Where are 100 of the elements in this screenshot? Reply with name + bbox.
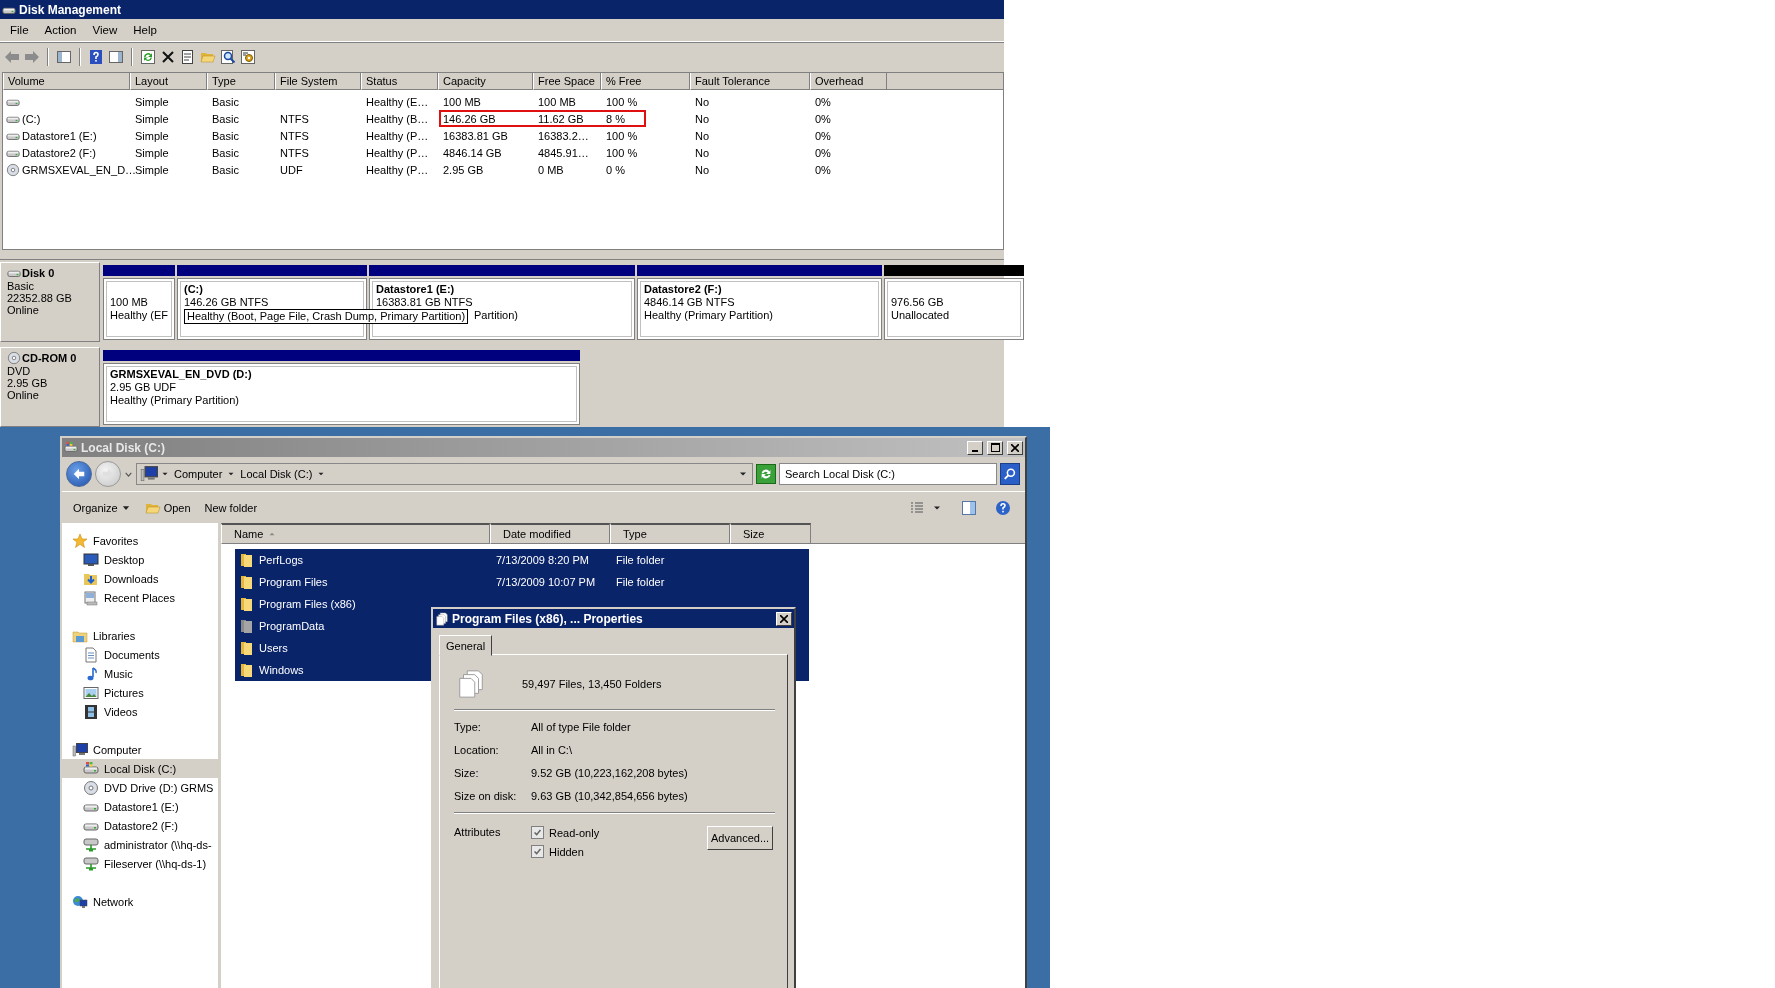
table-cell: Basic — [212, 112, 239, 125]
checkbox-label: Read-only — [549, 826, 600, 839]
partition-status: Healthy (EF — [110, 309, 168, 322]
file-name: Program Files (x86) — [259, 598, 356, 610]
table-cell: Simple — [135, 95, 169, 108]
table-cell: NTFS — [280, 112, 309, 125]
partition-size: 16383.81 GB NTFS — [376, 296, 474, 309]
table-cell: 4845.91… — [538, 146, 589, 159]
table-cell: NTFS — [280, 129, 309, 142]
table-cell: 0% — [815, 112, 831, 125]
disk-info: 2.95 GB — [7, 377, 49, 389]
table-cell: 100 % — [606, 146, 638, 159]
nav-label: Pictures — [104, 686, 144, 699]
field-value: 9.63 GB (10,342,854,656 bytes) — [531, 790, 689, 802]
partition-status: Partition) — [474, 309, 519, 322]
table-cell: No — [695, 146, 710, 159]
nav-label: Desktop — [104, 553, 145, 566]
nav-label: Videos — [104, 705, 138, 718]
partition-status: Healthy (Primary Partition) — [110, 394, 240, 407]
table-cell: 100 % — [606, 129, 638, 142]
table-cell: 11.62 GB — [538, 112, 584, 125]
table-cell: Healthy (E… — [366, 95, 429, 108]
partition-title: Datastore1 (E:) — [376, 283, 456, 296]
table-cell: (C:) — [22, 112, 41, 125]
table-cell: 8 % — [606, 112, 625, 125]
nav-label: Computer — [93, 743, 142, 756]
table-cell: Healthy (B… — [366, 112, 429, 125]
tooltip: Healthy (Boot, Page File, Crash Dump, Primary Partition) — [184, 309, 469, 324]
nav-label: Libraries — [93, 629, 136, 642]
window-title: Disk Management — [19, 2, 122, 17]
partition-size: 976.56 GB — [891, 296, 945, 309]
table-cell: Healthy (P… — [366, 163, 429, 176]
disk-name: Disk 0 — [22, 267, 55, 279]
table-cell: Simple — [135, 112, 169, 125]
date-modified: 7/13/2009 8:20 PM — [496, 554, 589, 566]
file-type: File folder — [616, 576, 665, 588]
window-title: Local Disk (C:) — [81, 440, 165, 455]
partition-title: (C:) — [184, 283, 204, 296]
table-cell: 100 % — [606, 95, 638, 108]
table-cell: 0% — [815, 146, 831, 159]
checkbox-label: Hidden — [549, 845, 584, 858]
disk-info: Basic — [7, 280, 35, 292]
file-name: ProgramData — [259, 620, 325, 632]
field-value: 9.52 GB (10,223,162,208 bytes) — [531, 767, 689, 779]
table-cell: No — [695, 95, 710, 108]
table-cell: Simple — [135, 129, 169, 142]
nav-label: Datastore2 (F:) — [104, 819, 178, 832]
table-cell: UDF — [280, 163, 303, 176]
disk-info: Online — [7, 304, 40, 316]
field-value: All of type File folder — [531, 721, 632, 733]
table-cell: 16383.2… — [538, 129, 589, 142]
nav-label: Datastore1 (E:) — [104, 800, 179, 813]
table-cell: Basic — [212, 129, 239, 142]
table-cell: Simple — [135, 146, 169, 159]
date-modified: 7/13/2009 10:07 PM — [496, 576, 596, 588]
table-cell: 2.95 GB — [443, 163, 484, 176]
partition-size: 2.95 GB UDF — [110, 381, 178, 394]
file-name: PerfLogs — [259, 554, 304, 566]
table-cell: 0% — [815, 163, 831, 176]
nav-label: Downloads — [104, 572, 159, 585]
table-cell: No — [695, 163, 710, 176]
file-name: Windows — [259, 664, 304, 676]
table-cell: 146.26 GB — [443, 112, 496, 125]
table-cell: No — [695, 112, 710, 125]
table-cell: 4846.14 GB — [443, 146, 502, 159]
disk-info: 22352.88 GB — [7, 292, 73, 304]
table-cell: 0% — [815, 95, 831, 108]
summary-text: 59,497 Files, 13,450 Folders — [522, 678, 662, 690]
table-cell: 0% — [815, 129, 831, 142]
table-cell: Simple — [135, 163, 169, 176]
table-cell: 0 % — [606, 163, 625, 176]
nav-label: DVD Drive (D:) GRMS — [104, 781, 214, 794]
nav-label: Local Disk (C:) — [104, 762, 177, 775]
nav-label: administrator (\\hq-ds- — [104, 838, 212, 851]
partition-status: Unallocated — [891, 309, 951, 322]
partition-title: Datastore2 (F:) — [644, 283, 723, 296]
field-label: Attributes — [454, 826, 502, 840]
field-value: All in C:\ — [531, 744, 573, 756]
field-label: Size on disk: — [454, 790, 518, 802]
nav-label: Network — [93, 895, 134, 908]
nav-label: Favorites — [93, 534, 139, 547]
disk-info: Online — [7, 389, 40, 401]
table-cell: 100 MB — [538, 95, 576, 108]
table-cell: Basic — [212, 95, 239, 108]
nav-label: Fileserver (\\hq-ds-1) — [104, 857, 207, 870]
table-cell: No — [695, 129, 710, 142]
field-label: Location: — [454, 744, 500, 756]
partition-status: Healthy (Primary Partition) — [644, 309, 774, 322]
partition-size: 4846.14 GB NTFS — [644, 296, 736, 309]
table-cell: 16383.81 GB — [443, 129, 508, 142]
table-cell: Datastore1 (E:) — [22, 129, 97, 142]
nav-label: Recent Places — [104, 591, 175, 604]
table-cell: GRMSXEVAL_EN_D… — [22, 163, 137, 176]
file-name: Program Files — [259, 576, 328, 588]
partition-title: GRMSXEVAL_EN_DVD (D:) — [110, 368, 253, 381]
disk-name: CD-ROM 0 — [22, 352, 77, 364]
field-label: Size: — [454, 767, 480, 779]
nav-label: Music — [104, 667, 133, 680]
file-name: Users — [259, 642, 288, 654]
table-cell: 100 MB — [443, 95, 481, 108]
